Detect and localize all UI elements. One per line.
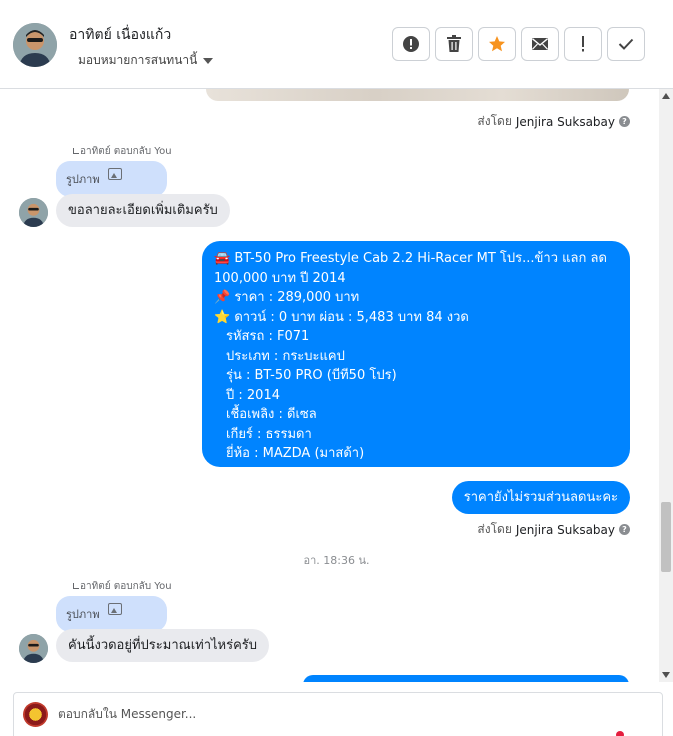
sent-by-name: Jenjira Suksabay xyxy=(515,114,615,129)
assign-conversation-dropdown[interactable]: มอบหมายการสนทนานี้ xyxy=(78,51,214,70)
outgoing-listing-message: 🚘 BT-50 Pro Freestyle Cab 2.2 Hi-Racer M… xyxy=(202,241,630,467)
reply-arrow-icon xyxy=(73,148,79,154)
contact-avatar[interactable] xyxy=(13,23,57,67)
notification-dot xyxy=(616,731,624,736)
replied-image-preview[interactable]: รูปภาพ xyxy=(56,596,167,632)
chevron-down-icon xyxy=(203,57,214,64)
mark-done-button[interactable] xyxy=(607,27,645,61)
sent-by-name: Jenjira Suksabay xyxy=(515,522,615,537)
reply-input[interactable] xyxy=(58,707,458,721)
listing-line: 100,000 บาท ปี 2014 xyxy=(214,270,346,286)
reply-note: อาทิตย์ ตอบกลับ You xyxy=(73,144,172,159)
conversation-header: อาทิตย์ เนื่องแก้ว มอบหมายการสนทนานี้ xyxy=(0,0,673,89)
page-avatar xyxy=(23,702,48,727)
contact-name: อาทิตย์ เนื่องแก้ว xyxy=(69,27,172,43)
conversation-toolbar xyxy=(392,27,645,61)
alert-circle-icon xyxy=(403,36,419,52)
trash-icon xyxy=(447,35,461,52)
listing-line: ⭐ ดาวน์ : 0 บาท ผ่อน : 5,483 บาท 84 งวด xyxy=(214,309,469,325)
listing-line: ปี : 2014 xyxy=(226,387,280,403)
follow-up-button[interactable] xyxy=(564,27,602,61)
mark-unread-button[interactable] xyxy=(521,27,559,61)
scroll-down-arrow-icon[interactable] xyxy=(662,672,670,678)
exclamation-icon xyxy=(582,36,584,52)
outgoing-message-partial xyxy=(303,675,629,682)
image-label: รูปภาพ xyxy=(66,608,100,621)
report-spam-button[interactable] xyxy=(392,27,430,61)
thread-scrollbar[interactable] xyxy=(659,89,673,682)
incoming-message: คันนี้งวดอยู่ที่ประมาณเท่าไหร่ครับ xyxy=(56,629,270,662)
message-timestamp: อา. 18:36 น. xyxy=(303,554,370,567)
incoming-message: ขอลายละเอียดเพิ่มเติมครับ xyxy=(56,194,230,227)
sent-by-label: ส่งโดย Jenjira Suksabay ? xyxy=(477,112,630,131)
composer-area xyxy=(0,682,673,736)
listing-line: 📌 ราคา : 289,000 บาท xyxy=(214,290,360,305)
scroll-up-arrow-icon[interactable] xyxy=(662,93,670,99)
message-thread: ส่งโดย Jenjira Suksabay ? อาทิตย์ ตอบกลั… xyxy=(0,89,673,682)
contact-avatar-small xyxy=(19,634,48,663)
sent-by-prefix: ส่งโดย xyxy=(477,522,512,536)
listing-line: ยี่ห้อ : MAZDA (มาสด้า) xyxy=(226,446,365,461)
image-attachment[interactable] xyxy=(206,89,629,101)
check-icon xyxy=(618,38,634,50)
assign-label: มอบหมายการสนทนานี้ xyxy=(78,53,198,67)
sent-by-label: ส่งโดย Jenjira Suksabay ? xyxy=(477,520,630,539)
star-button[interactable] xyxy=(478,27,516,61)
reply-note-text: อาทิตย์ ตอบกลับ You xyxy=(80,146,172,157)
sent-by-prefix: ส่งโดย xyxy=(477,114,512,128)
listing-line: รุ่น : BT-50 PRO (บีที50 โปร) xyxy=(226,368,397,383)
reply-arrow-icon xyxy=(73,583,79,589)
help-icon[interactable]: ? xyxy=(619,116,630,127)
image-icon xyxy=(107,168,122,180)
listing-line: เชื้อเพลิง : ดีเซล xyxy=(226,407,317,422)
listing-line: ประเภท : กระบะแคป xyxy=(226,348,345,364)
replied-image-preview[interactable]: รูปภาพ xyxy=(56,161,167,197)
reply-composer[interactable] xyxy=(13,692,663,736)
listing-line: รหัสรถ : F071 xyxy=(226,329,310,344)
reply-note: อาทิตย์ ตอบกลับ You xyxy=(73,579,172,594)
envelope-icon xyxy=(532,38,548,50)
contact-avatar-small xyxy=(19,198,48,227)
listing-line: 🚘 BT-50 Pro Freestyle Cab 2.2 Hi-Racer M… xyxy=(214,251,607,266)
listing-line: เกียร์ : ธรรมดา xyxy=(226,426,312,442)
outgoing-message: ราคายังไม่รวมส่วนลดนะคะ xyxy=(451,481,630,514)
reply-note-text: อาทิตย์ ตอบกลับ You xyxy=(80,581,172,592)
star-icon xyxy=(489,36,505,52)
help-icon[interactable]: ? xyxy=(619,524,630,535)
image-icon xyxy=(107,603,122,615)
scrollbar-thumb[interactable] xyxy=(661,502,671,572)
image-label: รูปภาพ xyxy=(66,173,100,186)
delete-button[interactable] xyxy=(435,27,473,61)
